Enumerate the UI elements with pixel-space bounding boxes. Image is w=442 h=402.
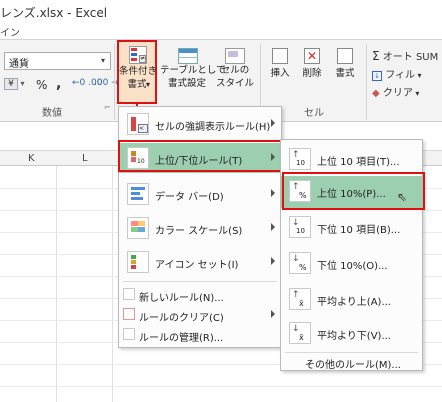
menu-item-clear-rules[interactable]: ルールのクリア(C) — [119, 305, 281, 324]
conditional-formatting-button[interactable]: ≠ 条件付き 書式 ▾ — [117, 40, 157, 104]
submenu-item-label: 下位 10%(O)... — [317, 261, 388, 272]
submenu-arrow-icon — [271, 223, 275, 231]
below-average-icon: ↓ x̄ — [289, 322, 311, 344]
manage-rules-icon — [123, 328, 135, 340]
fill-button[interactable]: ↓ フィル ▾ — [372, 66, 422, 81]
cell-styles-label-2: スタイル — [215, 78, 254, 89]
menu-item-new-rule[interactable]: 新しいルール(N)... — [119, 285, 281, 304]
fill-down-icon: ↓ — [372, 71, 382, 81]
bottom-10-items-icon: ↓ 10 — [289, 216, 311, 238]
menu-item-label: データ バー(D) — [155, 192, 224, 203]
currency-format-button[interactable]: ¥ ▾ — [4, 78, 25, 90]
cell-styles-button[interactable]: セルの スタイル — [214, 44, 256, 104]
menu-item-label: ルールのクリア(C) — [139, 313, 224, 324]
menu-item-label: カラー スケール(S) — [155, 226, 243, 237]
submenu-item-label: 平均より下(V)... — [317, 331, 391, 342]
menu-item-manage-rules[interactable]: ルールの管理(R)... — [119, 325, 281, 344]
format-button[interactable]: 書式 — [330, 44, 360, 92]
menu-item-label: ルールの管理(R)... — [139, 333, 224, 344]
menu-separator — [285, 352, 418, 353]
number-group-label: 数値 — [42, 108, 62, 119]
delete-label: 削除 — [302, 68, 322, 79]
ribbon-tab-label[interactable]: イン — [0, 24, 20, 39]
insert-cells-icon — [272, 48, 288, 64]
menu-item-label: 新しいルール(N)... — [139, 293, 224, 304]
menu-item-label: アイコン セット(I) — [155, 260, 239, 271]
autosum-button[interactable]: Σ オート SUM — [372, 48, 438, 63]
sigma-icon: Σ — [372, 49, 380, 63]
bottom-10-percent-icon: ↓% — [289, 252, 311, 274]
submenu-item-above-average[interactable]: ↑ x̄ 平均より上(A)... — [281, 284, 422, 316]
icon-sets-icon — [127, 251, 149, 273]
column-header-k[interactable]: K — [28, 153, 35, 164]
eraser-icon: ◆ — [372, 88, 380, 99]
submenu-arrow-icon — [271, 310, 275, 318]
format-as-table-label-1: テーブルとして — [160, 65, 226, 76]
autosum-label: オート SUM — [382, 52, 439, 63]
color-scales-icon — [127, 217, 149, 239]
dialog-launcher-icon[interactable]: ⌐ — [104, 103, 111, 112]
format-label: 書式 — [335, 68, 355, 79]
currency-icon: ¥ — [4, 78, 18, 90]
ribbon-tab-row — [0, 22, 442, 40]
format-as-table-label-2: 書式設定 — [167, 78, 206, 89]
chevron-down-icon[interactable]: ▾ — [98, 56, 108, 66]
conditional-formatting-label-1: 条件付き — [119, 66, 158, 77]
submenu-item-label: 上位 10 項目(T)... — [317, 157, 400, 168]
chevron-down-icon: ▾ — [146, 80, 151, 89]
submenu-item-bottom-10-percent[interactable]: ↓% 下位 10%(O)... — [281, 248, 422, 280]
annotation-highlight-box — [282, 172, 425, 210]
menu-item-highlight-cells-rules[interactable]: < セルの強調表示ルール(H) — [119, 109, 281, 139]
menu-separator — [123, 281, 277, 282]
highlight-cells-icon: < — [127, 113, 149, 135]
submenu-item-label: その他のルール(M)... — [305, 360, 401, 371]
submenu-item-below-average[interactable]: ↓ x̄ 平均より下(V)... — [281, 318, 422, 350]
delete-cells-icon: ✕ — [304, 48, 320, 64]
data-bars-icon — [127, 183, 149, 205]
insert-label: 挿入 — [270, 68, 290, 79]
annotation-highlight-box — [118, 140, 284, 172]
submenu-item-label: 平均より上(A)... — [317, 297, 391, 308]
table-icon — [178, 48, 198, 64]
menu-item-label: セルの強調表示ルール(H) — [155, 122, 271, 133]
conditional-formatting-icon: ≠ — [129, 46, 147, 64]
submenu-item-label: 下位 10 項目(B)... — [317, 225, 401, 236]
cell-styles-label-1: セルの — [220, 65, 250, 76]
insert-button[interactable]: 挿入 — [266, 44, 294, 92]
number-format-dropdown[interactable]: 通貨 ▾ — [4, 52, 111, 70]
window-title: レンズ.xlsx - Excel — [0, 6, 108, 20]
format-cells-icon — [337, 48, 353, 64]
column-header-l[interactable]: L — [82, 153, 88, 164]
percent-style-button[interactable]: % — [36, 78, 47, 92]
submenu-arrow-icon — [271, 257, 275, 265]
number-format-value: 通貨 — [9, 59, 29, 70]
menu-item-icon-sets[interactable]: アイコン セット(I) — [119, 247, 281, 277]
menu-item-data-bars[interactable]: データ バー(D) — [119, 179, 281, 209]
comma-style-button[interactable]: , — [56, 76, 61, 92]
submenu-arrow-icon — [271, 119, 275, 127]
fill-label: フィル — [385, 70, 415, 81]
submenu-item-more-rules[interactable]: その他のルール(M)... — [281, 354, 422, 371]
new-rule-icon — [123, 288, 135, 300]
top-10-items-icon: ↑ 10 — [289, 148, 311, 170]
delete-button[interactable]: ✕ 削除 — [298, 44, 326, 92]
submenu-item-bottom-10-items[interactable]: ↓ 10 下位 10 項目(B)... — [281, 212, 422, 244]
clear-button[interactable]: ◆ クリア ▾ — [372, 84, 419, 99]
submenu-arrow-icon — [271, 189, 275, 197]
cells-group-label: セル — [304, 108, 324, 119]
clear-rules-icon — [123, 308, 135, 320]
format-as-table-button[interactable]: テーブルとして 書式設定 — [160, 44, 226, 104]
clear-label: クリア — [382, 88, 413, 99]
cell-styles-icon — [225, 48, 245, 64]
above-average-icon: ↑ x̄ — [289, 288, 311, 310]
menu-item-color-scales[interactable]: カラー スケール(S) — [119, 213, 281, 243]
